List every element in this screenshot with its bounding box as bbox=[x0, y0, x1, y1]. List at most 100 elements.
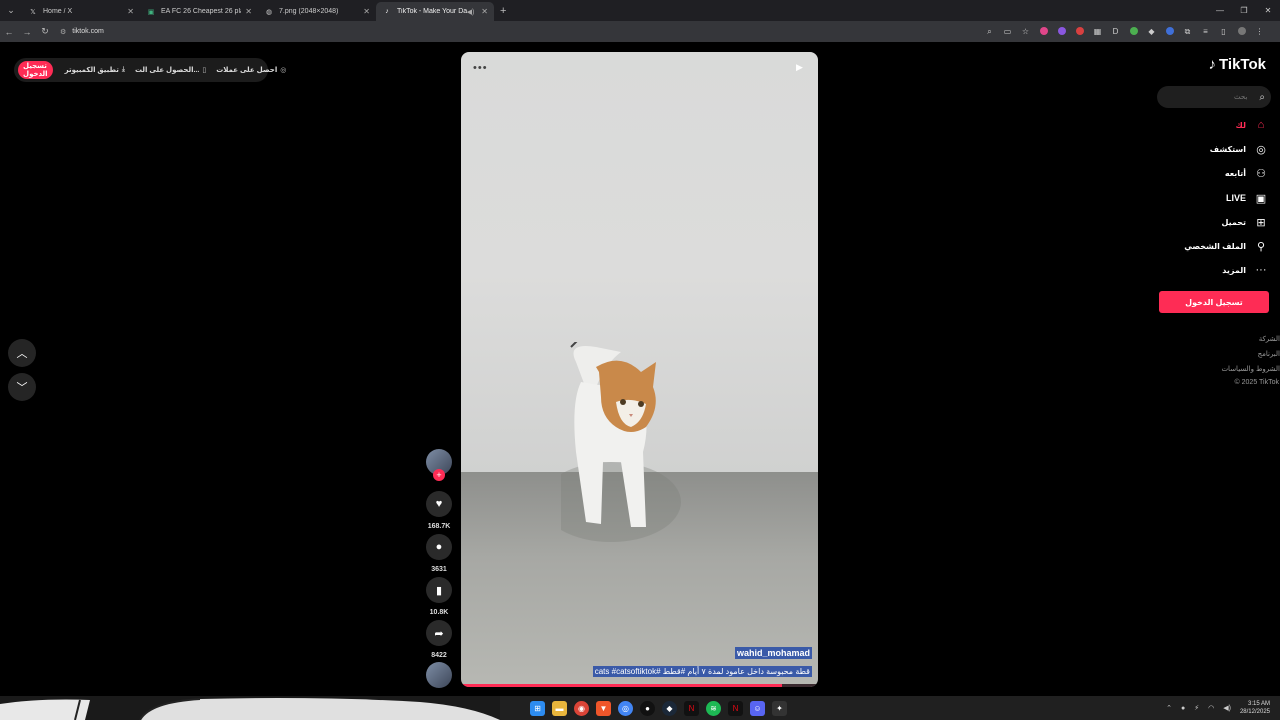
search-icon[interactable]: ⌕ bbox=[1259, 92, 1265, 103]
share-count: 8422 bbox=[431, 652, 447, 659]
copyright-text: © 2025 TikTok bbox=[1234, 379, 1279, 386]
play-icon[interactable]: ▶ bbox=[796, 62, 808, 74]
chevron-down-icon: ﹀ bbox=[16, 382, 28, 394]
tab-tiktok[interactable]: ♪ TikTok - Make Your Day ◀) ✕ bbox=[376, 2, 494, 21]
close-icon[interactable]: ✕ bbox=[127, 7, 134, 16]
site-info-icon[interactable]: ⚙ bbox=[60, 28, 66, 36]
sidebar-item-explore[interactable]: استكشف ◎ bbox=[1210, 141, 1268, 157]
tray-app-icon[interactable]: ● bbox=[1181, 705, 1185, 712]
author-avatar-block[interactable]: + bbox=[425, 449, 453, 481]
sidebar-item-for-you[interactable]: لك ⌂ bbox=[1236, 117, 1268, 133]
extension-diamond-icon[interactable]: ◆ bbox=[1147, 27, 1156, 36]
volume-icon[interactable]: ◀) bbox=[1223, 704, 1231, 712]
sidebar-item-following[interactable]: أتابعه ⚇ bbox=[1225, 165, 1268, 181]
tab-image[interactable]: ◍ 7.png (2048×2048) ✕ bbox=[258, 2, 376, 21]
github-icon[interactable]: ● bbox=[640, 700, 655, 716]
speaker-icon[interactable]: ◀) bbox=[467, 8, 475, 16]
sidebar-item-more[interactable]: المزيد ··· bbox=[1222, 262, 1268, 278]
close-icon[interactable]: ✕ bbox=[481, 7, 488, 16]
save-action[interactable]: ▮ 10.8K bbox=[425, 577, 453, 616]
profile-icon: ⚲ bbox=[1256, 240, 1266, 253]
close-icon[interactable]: ✕ bbox=[363, 7, 370, 16]
google-chrome-icon[interactable]: ◎ bbox=[618, 700, 633, 716]
extension-blue-icon[interactable] bbox=[1165, 26, 1174, 37]
share-icon[interactable]: ➦ bbox=[426, 620, 452, 646]
extension-purple-icon[interactable] bbox=[1057, 26, 1066, 37]
netflix-icon[interactable]: N bbox=[684, 700, 699, 716]
sidebar-item-upload[interactable]: تحميل ⊞ bbox=[1221, 214, 1268, 230]
sidebar-item-profile[interactable]: الملف الشخصي ⚲ bbox=[1184, 238, 1268, 254]
video-player[interactable]: ••• ▶ wahid_mohamad قطة محبوسة داخل عامو… bbox=[461, 52, 818, 687]
system-tray: ⌃ ● ⚡ ◠ ◀) 3:15 AM 28/12/2025 bbox=[1166, 698, 1270, 718]
heart-icon[interactable]: ♥ bbox=[426, 491, 452, 517]
extension-shield-icon[interactable] bbox=[1129, 26, 1138, 37]
avatar[interactable]: + bbox=[426, 449, 452, 481]
spotify-icon[interactable]: ≋ bbox=[706, 700, 721, 716]
tab-home-x[interactable]: 𝕏 Home / X ✕ bbox=[22, 2, 140, 21]
sidebar-item-live[interactable]: LIVE ▣ bbox=[1226, 190, 1268, 206]
minimize-icon[interactable]: — bbox=[1208, 6, 1232, 15]
profile-avatar-icon[interactable] bbox=[1237, 26, 1246, 37]
follow-plus-icon[interactable]: + bbox=[433, 469, 445, 481]
wifi-icon[interactable]: ◠ bbox=[1208, 704, 1214, 712]
sound-avatar[interactable] bbox=[426, 662, 452, 688]
url-field[interactable]: ⚙ tiktok.com bbox=[60, 28, 104, 36]
star-icon[interactable]: ☆ bbox=[1021, 27, 1030, 36]
close-window-icon[interactable]: ✕ bbox=[1256, 6, 1280, 15]
search-field[interactable]: بحث ⌕ bbox=[1157, 86, 1271, 108]
new-tab-button[interactable]: + bbox=[500, 5, 506, 17]
extension-red-icon[interactable] bbox=[1075, 26, 1084, 37]
sidepanel-icon[interactable]: ▯ bbox=[1219, 27, 1228, 36]
file-explorer-icon[interactable]: ▬ bbox=[552, 700, 567, 716]
brave-icon[interactable]: ▼ bbox=[596, 700, 611, 716]
comment-icon[interactable]: ● bbox=[426, 534, 452, 560]
game-launcher-icon[interactable]: ✦ bbox=[772, 700, 787, 716]
tab-futbin[interactable]: ▣ EA FC 26 Cheapest 26 players | ✕ bbox=[140, 2, 258, 21]
desktop-app-link[interactable]: تطبيق الكمبيوتر ⤓ bbox=[65, 66, 125, 74]
promo-login-button[interactable]: تسجيل الدخول bbox=[18, 61, 53, 79]
comment-action[interactable]: ● 3631 bbox=[425, 534, 453, 573]
share-action[interactable]: ➦ 8422 bbox=[425, 620, 453, 659]
sound-avatar-block[interactable] bbox=[425, 662, 453, 688]
chrome-icon[interactable]: ◉ bbox=[574, 700, 589, 716]
extension-d-icon[interactable]: D bbox=[1111, 27, 1120, 36]
forward-icon[interactable]: → bbox=[18, 27, 36, 37]
sidebar-item-label: LIVE bbox=[1225, 193, 1246, 203]
bookmark-icon[interactable]: ▮ bbox=[426, 577, 452, 603]
restore-icon[interactable]: ❐ bbox=[1232, 6, 1256, 15]
zoom-icon[interactable]: ⌕ bbox=[985, 27, 994, 37]
netflix-alt-icon[interactable]: N bbox=[728, 700, 743, 716]
windows-start-icon[interactable]: ⊞ bbox=[530, 700, 545, 716]
tray-usb-icon[interactable]: ⚡ bbox=[1194, 704, 1199, 712]
steam-icon[interactable]: ◆ bbox=[662, 700, 677, 716]
next-video-button[interactable]: ﹀ bbox=[8, 373, 36, 401]
extension-grid-icon[interactable]: ▦ bbox=[1093, 27, 1102, 36]
reload-icon[interactable]: ↻ bbox=[36, 26, 54, 37]
browser-menu-icon[interactable]: ⋮ bbox=[1255, 27, 1264, 36]
cast-icon[interactable]: ▭ bbox=[1003, 27, 1012, 36]
footer-company-link[interactable]: الشركة bbox=[1259, 335, 1280, 343]
tray-chevron-icon[interactable]: ⌃ bbox=[1166, 704, 1172, 712]
close-icon[interactable]: ✕ bbox=[245, 7, 252, 16]
previous-video-button[interactable]: ︿ bbox=[8, 339, 36, 367]
clock[interactable]: 3:15 AM 28/12/2025 bbox=[1240, 700, 1270, 716]
globe-icon: ◍ bbox=[265, 8, 273, 16]
discord-icon[interactable]: ☺ bbox=[750, 700, 765, 716]
footer-terms-link[interactable]: الشروط والسياسات bbox=[1221, 365, 1280, 373]
tiktok-logo[interactable]: ♪ TikTok bbox=[1209, 56, 1266, 73]
sidebar-login-button[interactable]: تسجيل الدخول bbox=[1159, 291, 1269, 313]
more-options-icon[interactable]: ••• bbox=[473, 62, 488, 74]
like-action[interactable]: ♥ 168.7K bbox=[425, 491, 453, 530]
footer-program-link[interactable]: البرنامج bbox=[1258, 350, 1280, 358]
back-icon[interactable]: ← bbox=[0, 27, 18, 37]
extension-pink-icon[interactable] bbox=[1039, 26, 1048, 37]
video-author[interactable]: wahid_mohamad bbox=[734, 647, 812, 659]
extensions-puzzle-icon[interactable]: ⧉ bbox=[1183, 27, 1192, 37]
top-promo-bar: تسجيل الدخول تطبيق الكمبيوتر ⤓ الحصول عل… bbox=[14, 58, 286, 82]
get-app-link[interactable]: الحصول على الت... ▯ bbox=[135, 66, 206, 74]
playlist-icon[interactable]: ≡ bbox=[1201, 27, 1210, 36]
tab-search-icon[interactable]: ⌄ bbox=[2, 3, 20, 19]
clock-date: 28/12/2025 bbox=[1239, 709, 1270, 715]
live-icon: ▣ bbox=[1255, 192, 1267, 205]
get-coins-link[interactable]: احصل على عملات ◎ bbox=[216, 66, 286, 74]
